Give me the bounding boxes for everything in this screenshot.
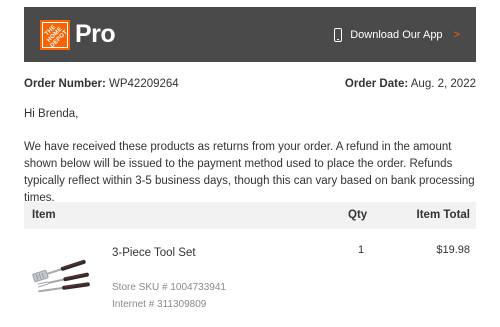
items-table-header: Item Qty Item Total <box>24 202 476 229</box>
tool-set-product-image[interactable] <box>30 251 92 295</box>
pro-brand-text: Pro <box>75 20 116 48</box>
order-number-label: Order Number: <box>24 78 106 90</box>
refund-message: We have received these products as retur… <box>24 141 475 204</box>
order-date-value: Aug. 2, 2022 <box>410 78 476 90</box>
phone-icon <box>334 27 343 42</box>
product-total: $19.98 <box>436 244 470 256</box>
product-name[interactable]: 3-Piece Tool Set <box>112 247 196 259</box>
order-number-value: WP42209264 <box>109 78 179 90</box>
col-item: Item <box>32 209 56 221</box>
col-qty: Qty <box>348 209 368 221</box>
table-row: 3-Piece Tool Set 1 $19.98 Store SKU # 10… <box>24 229 476 327</box>
home-depot-logo-icon: THE HOME DEPOT <box>40 19 70 50</box>
order-number: Order Number: WP42209264 <box>24 78 179 90</box>
store-sku: Store SKU # 1004733941 <box>112 282 226 293</box>
col-item-total: Item Total <box>416 209 470 221</box>
email-header: THE HOME DEPOT Pro Download Our App > <box>24 7 476 62</box>
chevron-right-icon: > <box>453 28 460 41</box>
internet-number: Internet # 311309809 <box>112 299 207 310</box>
order-date: Order Date: Aug. 2, 2022 <box>345 78 476 90</box>
download-app-link[interactable]: Download Our App > <box>334 27 460 42</box>
download-app-label: Download Our App <box>350 28 443 41</box>
order-date-label: Order Date: <box>344 78 409 90</box>
product-qty: 1 <box>358 244 365 256</box>
order-info: Order Number: WP42209264 Order Date: Aug… <box>24 78 476 90</box>
greeting: Hi Brenda, <box>24 108 79 120</box>
home-depot-pro-logo[interactable]: THE HOME DEPOT Pro <box>40 19 116 50</box>
